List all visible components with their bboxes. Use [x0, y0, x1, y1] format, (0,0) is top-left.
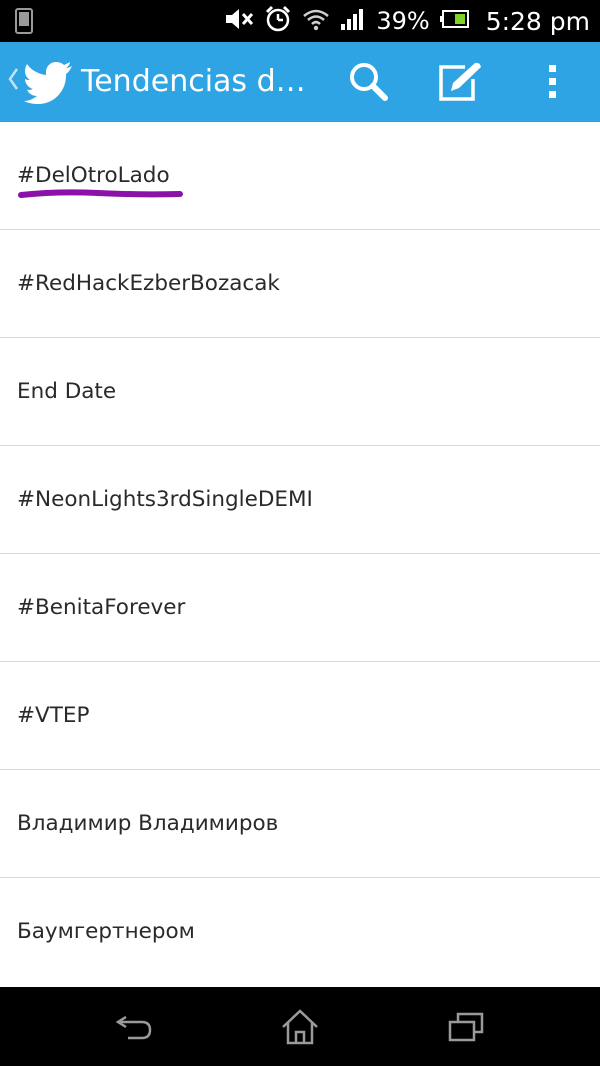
trend-item[interactable]: #RedHackEzberBozacak: [0, 230, 600, 338]
trends-list: #DelOtroLado #RedHackEzberBozacak End Da…: [0, 122, 600, 985]
trend-item[interactable]: Владимир Владимиров: [0, 770, 600, 878]
trend-item[interactable]: Баумгертнером: [0, 878, 600, 985]
battery-percent: 39%: [376, 7, 430, 35]
signal-icon: [340, 7, 366, 35]
status-bar: 39% 5:28 pm: [0, 0, 600, 42]
recent-apps-icon[interactable]: [436, 1005, 496, 1049]
navigation-bar: [0, 987, 600, 1066]
trend-label: #VTEP: [17, 703, 90, 728]
back-icon[interactable]: [104, 1005, 164, 1049]
mute-icon: [224, 7, 254, 35]
phone-icon: [14, 8, 34, 38]
back-chevron-icon[interactable]: [6, 64, 20, 98]
trend-label: Владимир Владимиров: [17, 811, 279, 836]
screen-title: Tendencias d…: [81, 64, 306, 99]
trend-item[interactable]: #VTEP: [0, 662, 600, 770]
alarm-icon: [264, 5, 292, 37]
wifi-icon: [302, 7, 330, 35]
search-icon[interactable]: [342, 56, 394, 108]
trend-label: Баумгертнером: [17, 919, 195, 944]
trend-item[interactable]: #BenitaForever: [0, 554, 600, 662]
trend-item[interactable]: #DelOtroLado: [0, 122, 600, 230]
clock: 5:28 pm: [485, 6, 590, 36]
trend-label: #BenitaForever: [17, 595, 186, 620]
trend-label: #RedHackEzberBozacak: [17, 271, 280, 296]
trend-label: End Date: [17, 379, 117, 404]
trend-item[interactable]: #NeonLights3rdSingleDEMI: [0, 446, 600, 554]
action-bar: Tendencias d…: [0, 42, 600, 122]
twitter-bird-icon[interactable]: [24, 60, 74, 108]
battery-icon: [439, 9, 470, 33]
compose-icon[interactable]: [434, 56, 486, 108]
trend-label: #NeonLights3rdSingleDEMI: [17, 487, 313, 512]
overflow-menu-icon[interactable]: [527, 56, 579, 108]
home-icon[interactable]: [270, 1005, 330, 1049]
trend-label: #DelOtroLado: [17, 163, 170, 188]
trend-item[interactable]: End Date: [0, 338, 600, 446]
handwritten-underline: [18, 189, 183, 198]
